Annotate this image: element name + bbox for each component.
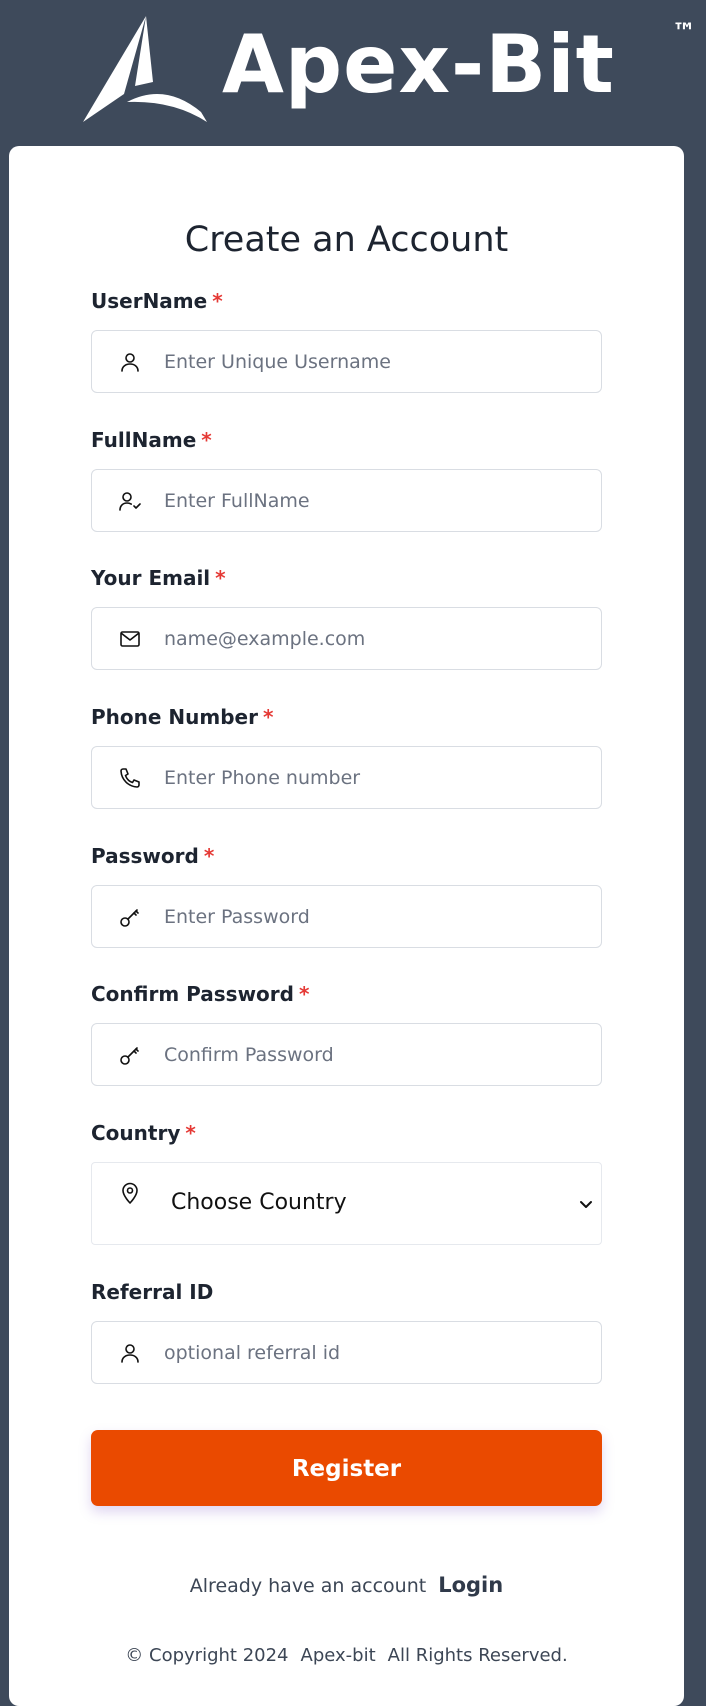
register-button[interactable]: Register bbox=[91, 1430, 602, 1506]
referral-field[interactable] bbox=[91, 1321, 602, 1384]
key-icon bbox=[120, 1047, 139, 1065]
register-card: Create an Account UserName* FullName* Yo… bbox=[9, 146, 684, 1706]
fullname-label: FullName bbox=[91, 428, 197, 452]
email-label: Your Email bbox=[91, 566, 211, 590]
username-input[interactable] bbox=[164, 331, 584, 392]
mail-icon bbox=[120, 631, 140, 647]
phone-field[interactable] bbox=[91, 746, 602, 809]
phone-input[interactable] bbox=[164, 747, 584, 808]
phone-label: Phone Number bbox=[91, 705, 258, 729]
confirm-password-group: Confirm Password * bbox=[91, 981, 602, 1086]
page-title: Create an Account bbox=[184, 220, 509, 260]
username-field[interactable] bbox=[91, 330, 602, 393]
password-field[interactable] bbox=[91, 885, 602, 948]
password-input[interactable] bbox=[164, 886, 584, 947]
footer-company: Apex-bit bbox=[300, 1645, 376, 1666]
required-marker: * bbox=[203, 844, 215, 868]
username-label: UserName bbox=[91, 289, 208, 313]
email-field[interactable] bbox=[91, 607, 602, 670]
email-group: Your Email * bbox=[91, 565, 602, 670]
username-group: UserName * bbox=[91, 288, 602, 393]
required-marker: * bbox=[185, 1121, 196, 1145]
logo-mark-icon bbox=[83, 16, 207, 122]
fullname-group: FullName * bbox=[91, 427, 602, 532]
login-link[interactable]: Login bbox=[438, 1573, 503, 1597]
fullname-input[interactable] bbox=[164, 470, 584, 531]
referral-label: Referral ID bbox=[91, 1280, 214, 1304]
header: Apex-Bit ™ bbox=[0, 0, 706, 146]
referral-input[interactable] bbox=[164, 1322, 584, 1383]
country-select-value: Choose Country bbox=[171, 1190, 347, 1215]
password-label: Password bbox=[91, 844, 199, 868]
trademark-symbol: ™ bbox=[672, 18, 696, 46]
required-marker: * bbox=[262, 705, 274, 729]
required-marker: * bbox=[212, 289, 223, 313]
brand-name: Apex-Bit bbox=[222, 18, 615, 111]
referral-group: Referral ID bbox=[91, 1279, 602, 1384]
login-prompt-text: Already have an account bbox=[189, 1575, 427, 1597]
user-check-icon bbox=[119, 492, 141, 511]
country-group: Country * Choose Country bbox=[91, 1120, 602, 1245]
required-marker: * bbox=[298, 982, 310, 1006]
country-select[interactable]: Choose Country bbox=[91, 1162, 602, 1245]
password-group: Password * bbox=[91, 843, 602, 948]
footer: © Copyright 2024 Apex-bit All Rights Reser… bbox=[9, 1643, 684, 1669]
country-label: Country bbox=[91, 1121, 181, 1145]
confirm-password-field[interactable] bbox=[91, 1023, 602, 1086]
footer-rights: All Rights Reserved. bbox=[387, 1645, 568, 1666]
email-input[interactable] bbox=[164, 608, 584, 669]
user-icon bbox=[121, 1344, 139, 1363]
required-marker: * bbox=[215, 566, 226, 590]
phone-icon bbox=[120, 768, 140, 788]
chevron-down-icon[interactable] bbox=[578, 1196, 594, 1212]
fullname-field[interactable] bbox=[91, 469, 602, 532]
footer-copyright: © Copyright 2024 bbox=[125, 1645, 289, 1666]
map-pin-icon bbox=[122, 1182, 138, 1204]
user-icon bbox=[121, 353, 139, 372]
key-icon bbox=[120, 909, 139, 927]
login-prompt: Already have an account Login bbox=[9, 1571, 684, 1600]
confirm-password-label: Confirm Password bbox=[91, 982, 294, 1006]
required-marker: * bbox=[201, 428, 212, 452]
phone-group: Phone Number * bbox=[91, 704, 602, 809]
confirm-password-input[interactable] bbox=[164, 1024, 584, 1085]
